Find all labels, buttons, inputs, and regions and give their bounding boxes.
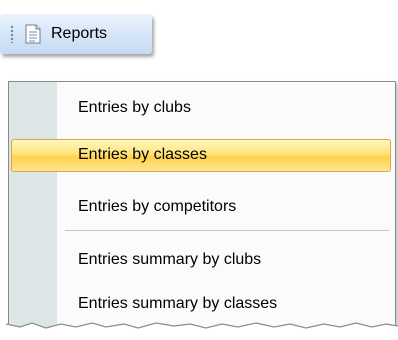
- menu-item-label: Entries summary by classes: [78, 295, 278, 312]
- reports-label: Reports: [51, 25, 108, 42]
- menu-item-label: Entries by classes: [78, 146, 207, 163]
- toolbar-grip-handle[interactable]: [10, 25, 14, 43]
- menu-item-entries-by-classes[interactable]: Entries by classes: [9, 138, 395, 174]
- document-icon: [25, 24, 41, 44]
- reports-toolbar-button[interactable]: Reports: [0, 14, 152, 54]
- menu-item-label: Entries by competitors: [78, 198, 237, 215]
- menu-separator: [65, 230, 389, 231]
- reports-dropdown-menu: Entries by clubs Entries by classes Entr…: [8, 81, 396, 330]
- screenshot-stage: Reports Entries by clubs Entries by clas…: [0, 0, 398, 340]
- menu-item-label: Entries summary by clubs: [78, 251, 262, 268]
- menu-item-entries-by-clubs[interactable]: Entries by clubs: [9, 91, 395, 127]
- menu-item-label: Entries by clubs: [78, 99, 191, 116]
- torn-edge-decoration: [6, 322, 398, 338]
- menu-item-entries-summary-by-clubs[interactable]: Entries summary by clubs: [9, 243, 395, 279]
- menu-item-entries-by-competitors[interactable]: Entries by competitors: [9, 190, 395, 226]
